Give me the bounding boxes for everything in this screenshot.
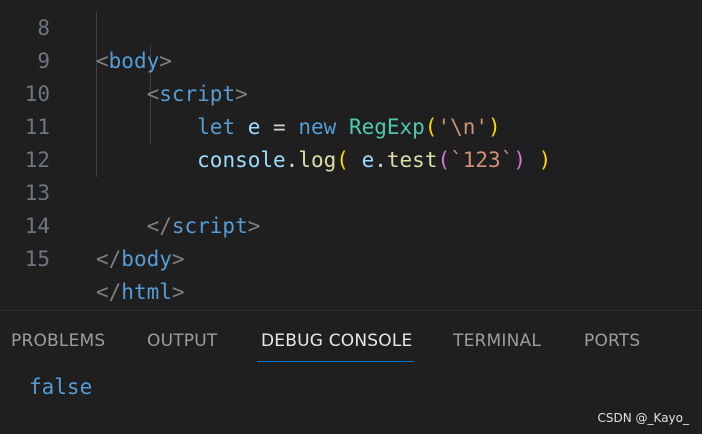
line-code[interactable]: </body> — [96, 243, 185, 276]
line-number: 15 — [24, 247, 50, 271]
debug-console-output[interactable]: false — [29, 375, 92, 399]
tab-problems[interactable]: PROBLEMS — [11, 331, 105, 351]
watermark: CSDN @_Kayo_ — [597, 411, 689, 425]
code-token: html — [121, 280, 172, 304]
tab-ports[interactable]: PORTS — [584, 331, 640, 351]
code-token: body — [121, 247, 172, 271]
code-line-13[interactable]: 13 </script> — [0, 144, 702, 238]
code-editor[interactable]: 8 <body> 9 <script> 10 let e = new RegEx… — [0, 0, 702, 310]
tab-output[interactable]: OUTPUT — [147, 331, 218, 351]
code-token: > — [171, 280, 185, 304]
active-tab-indicator — [257, 361, 414, 362]
vscode-window: 8 <body> 9 <script> 10 let e = new RegEx… — [0, 0, 702, 434]
code-token: </ — [96, 280, 122, 304]
code-line-9[interactable]: 9 <script> — [0, 12, 702, 106]
code-token: > — [171, 247, 185, 271]
code-line-14[interactable]: 14 </body> — [0, 177, 702, 271]
line-code[interactable]: </html> — [96, 276, 185, 309]
code-line-11[interactable]: 11 console.log( e.test(`123`) ) — [0, 78, 702, 172]
code-token: </ — [96, 247, 122, 271]
tab-terminal[interactable]: TERMINAL — [453, 331, 541, 351]
code-line-8[interactable]: 8 <body> — [0, 0, 702, 73]
panel-tab-bar: PROBLEMS OUTPUT DEBUG CONSOLE TERMINAL P… — [0, 311, 702, 363]
code-line-10[interactable]: 10 let e = new RegExp('\n') — [0, 45, 702, 139]
tab-debug-console[interactable]: DEBUG CONSOLE — [261, 331, 412, 351]
code-line-12[interactable]: 12 — [0, 111, 702, 172]
code-line-15[interactable]: 15 </html> — [0, 210, 702, 304]
